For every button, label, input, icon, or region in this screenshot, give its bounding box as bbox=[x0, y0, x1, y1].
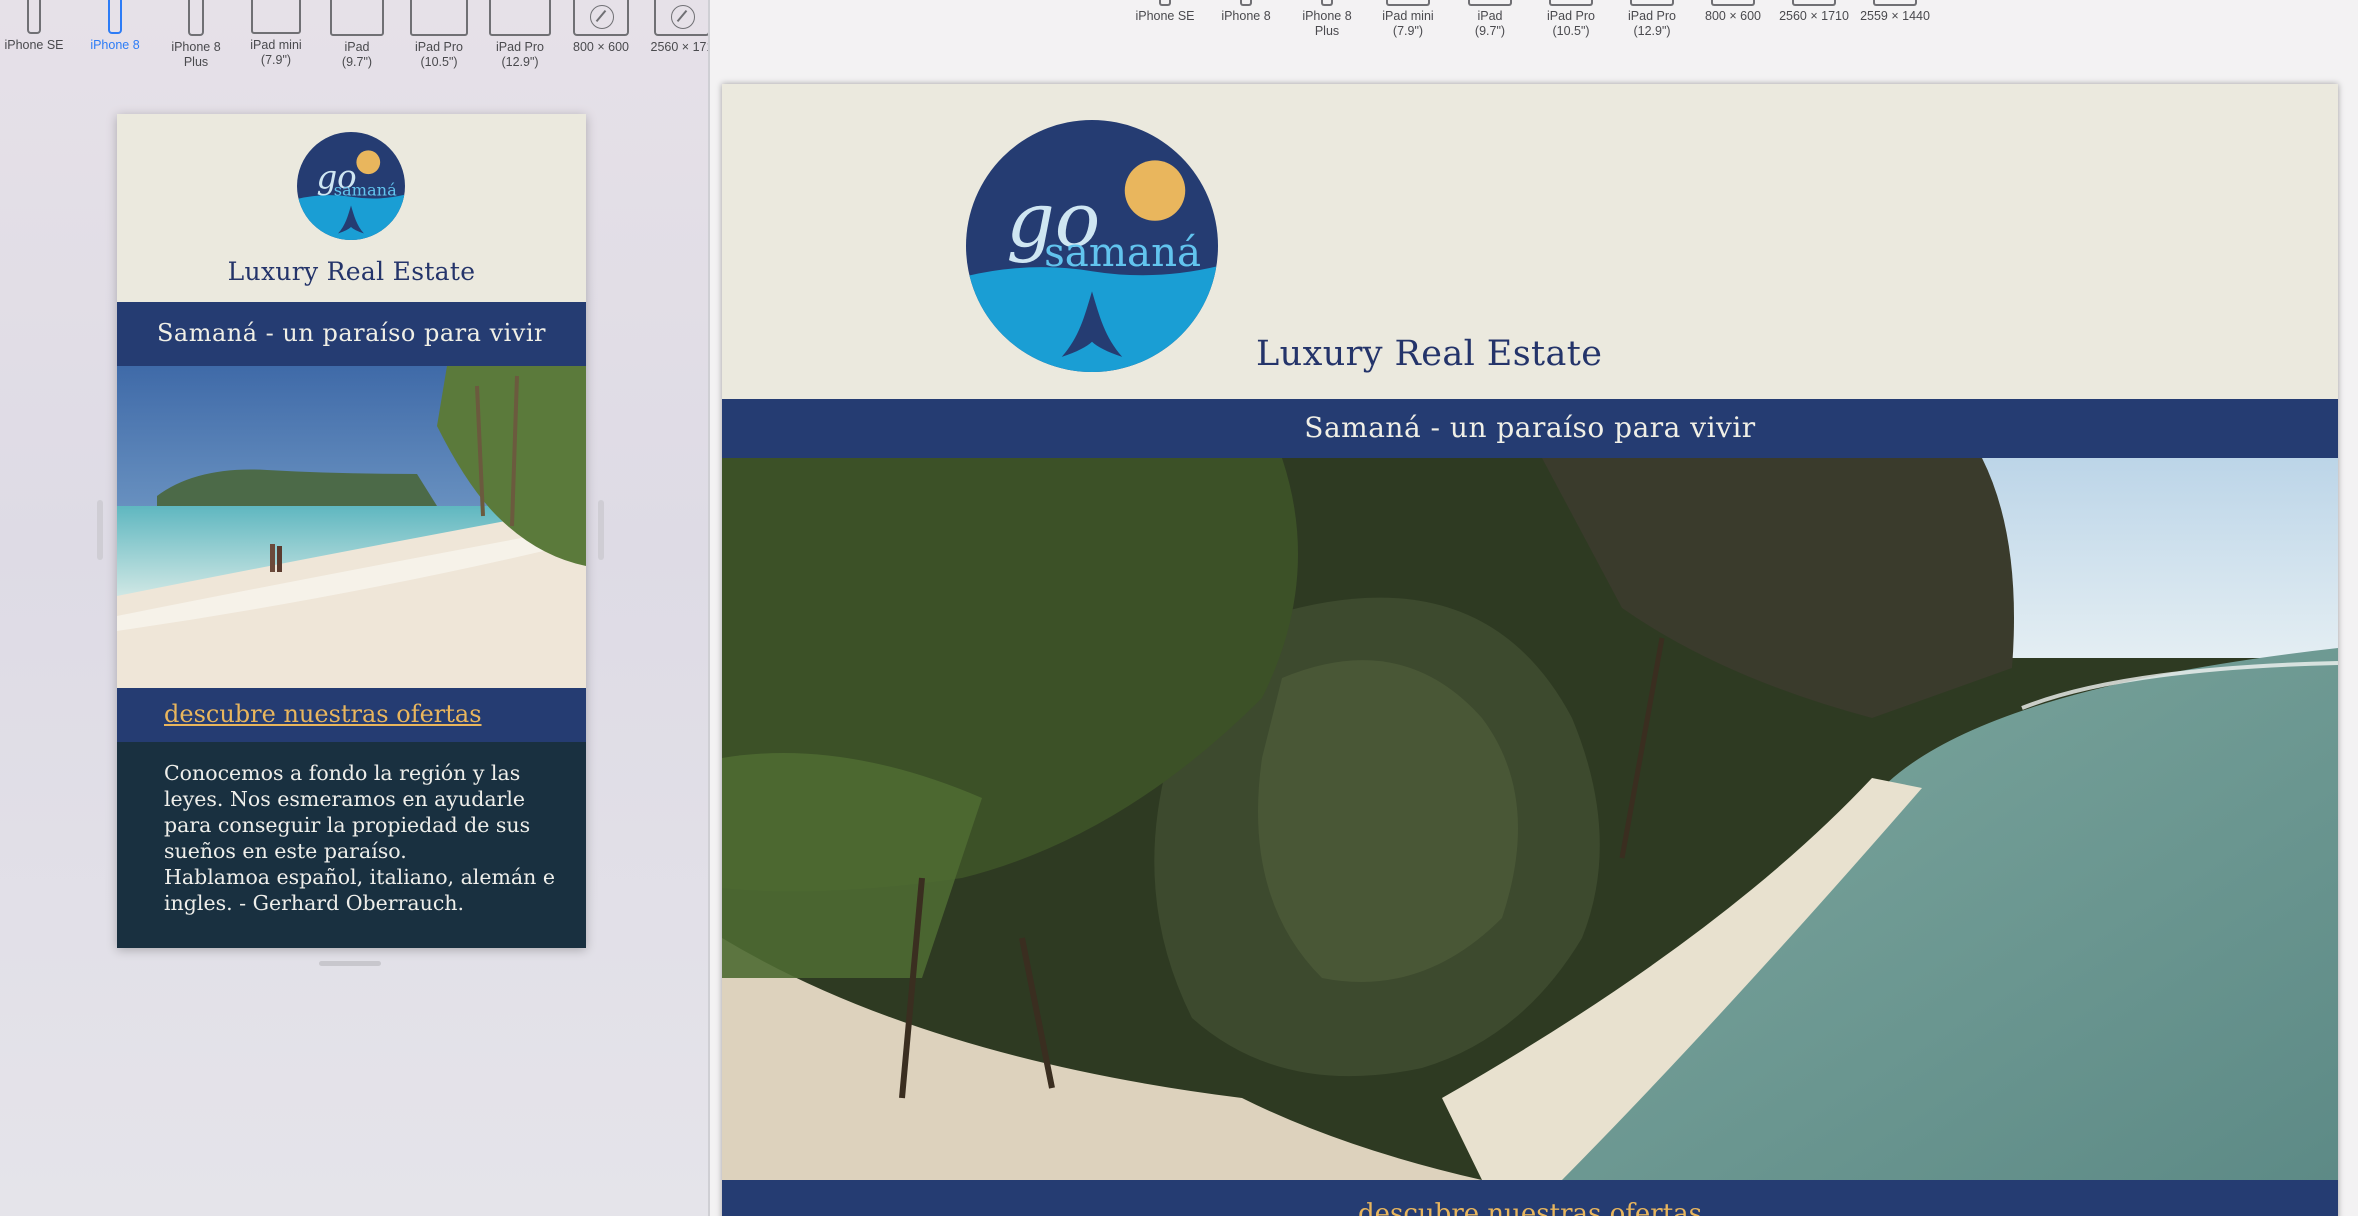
tablet-icon bbox=[251, 0, 301, 34]
site-banner: Samaná - un paraíso para vivir bbox=[722, 399, 2338, 458]
device-label: 2559 × 1440 bbox=[1860, 9, 1930, 23]
about-line: sueños en este paraíso. bbox=[164, 839, 407, 863]
desktop-preview-pane: iPhone SE iPhone 8 iPhone 8 Plus iPad mini … bbox=[710, 0, 2358, 1216]
offers-link[interactable]: descubre nuestras ofertas bbox=[1358, 1199, 1702, 1216]
about-text: Conocemos a fondo la región y las leyes.… bbox=[117, 742, 586, 948]
about-line: Conocemos a fondo la región y las bbox=[164, 761, 521, 785]
device-selector-bar-right: iPhone SE iPhone 8 iPhone 8 Plus iPad mini … bbox=[710, 0, 2358, 60]
device-label: iPad mini (7.9") bbox=[250, 38, 302, 67]
device-icon bbox=[1240, 0, 1252, 6]
device-option[interactable]: iPhone 8 Plus bbox=[1287, 0, 1367, 39]
device-option[interactable]: 2560 × 171 bbox=[642, 0, 710, 55]
device-label: iPhone 8 Plus bbox=[171, 40, 221, 69]
device-selector-bar: iPhone SE iPhone 8 iPhone 8 Plus iPad mini … bbox=[0, 0, 710, 80]
device-option[interactable]: iPhone 8 bbox=[1206, 0, 1286, 24]
phone-icon bbox=[108, 0, 122, 34]
device-option[interactable]: 800 × 600 bbox=[1693, 0, 1773, 24]
site-header: go samaná Luxury Real Estate bbox=[722, 84, 2338, 399]
offers-cta: descubre nuestras ofertas bbox=[722, 1180, 2338, 1216]
device-label: iPhone SE bbox=[4, 38, 64, 52]
tablet-icon bbox=[489, 0, 551, 36]
compass-icon bbox=[654, 0, 710, 36]
device-option[interactable]: iPad Pro (12.9") bbox=[480, 0, 560, 70]
offers-link[interactable]: descubre nuestras ofertas bbox=[164, 700, 482, 728]
logo-samana-text: samaná bbox=[334, 181, 397, 200]
go-samana-logo[interactable]: go samaná bbox=[297, 132, 405, 240]
device-icon bbox=[1711, 0, 1755, 6]
desktop-site-frame: go samaná Luxury Real Estate Samaná - un… bbox=[722, 84, 2338, 1216]
device-option[interactable]: iPad (9.7") bbox=[317, 0, 397, 70]
device-icon bbox=[1549, 0, 1593, 6]
device-label: iPad (9.7") bbox=[1474, 9, 1506, 38]
about-line: Hablamoa español, italiano, alemán e bbox=[164, 865, 556, 889]
device-option[interactable]: iPhone 8 bbox=[75, 0, 155, 53]
site-header: go samaná Luxury Real Estate bbox=[117, 114, 586, 302]
device-label: iPhone 8 bbox=[90, 38, 140, 52]
device-option[interactable]: 2560 × 1710 bbox=[1774, 0, 1854, 24]
device-option[interactable]: iPhone 8 Plus bbox=[156, 0, 236, 70]
device-label: iPad mini (7.9") bbox=[1382, 9, 1434, 38]
mobile-site-frame: go samaná Luxury Real Estate Samaná - un… bbox=[117, 114, 586, 948]
about-line: para conseguir la propiedad de sus bbox=[164, 813, 531, 837]
device-option[interactable]: iPad (9.7") bbox=[1450, 0, 1530, 39]
about-line: ingles. - Gerhard Oberrauch. bbox=[164, 891, 465, 915]
site-tagline: Luxury Real Estate bbox=[227, 257, 476, 286]
logo-samana-text: samaná bbox=[1044, 229, 1201, 276]
about-line: leyes. Nos esmeramos en ayudarle bbox=[164, 787, 526, 811]
device-option[interactable]: iPad mini (7.9") bbox=[1368, 0, 1448, 39]
device-label: iPhone 8 bbox=[1221, 9, 1271, 23]
device-option[interactable]: iPad Pro (12.9") bbox=[1612, 0, 1692, 39]
device-label: 800 × 600 bbox=[1705, 9, 1761, 23]
site-tagline: Luxury Real Estate bbox=[1256, 334, 1603, 374]
device-option[interactable]: 800 × 600 bbox=[561, 0, 641, 55]
left-resize-handle[interactable] bbox=[97, 500, 103, 560]
device-option[interactable]: iPad mini (7.9") bbox=[236, 0, 316, 68]
tablet-icon bbox=[410, 0, 468, 36]
compass-icon bbox=[573, 0, 629, 36]
device-option[interactable]: 2559 × 1440 bbox=[1855, 0, 1935, 24]
coastline-photo bbox=[722, 458, 2338, 1180]
mobile-preview-pane: iPhone SE iPhone 8 iPhone 8 Plus iPad mini … bbox=[0, 0, 710, 1216]
beach-photo bbox=[117, 366, 586, 688]
device-option[interactable]: iPad Pro (10.5") bbox=[1531, 0, 1611, 39]
device-label: iPad Pro (10.5") bbox=[1547, 9, 1595, 38]
device-icon bbox=[1630, 0, 1674, 6]
tablet-icon bbox=[330, 0, 384, 36]
device-label: iPhone SE bbox=[1135, 9, 1195, 23]
go-samana-logo[interactable]: go samaná bbox=[966, 120, 1218, 372]
preview-resize-grip[interactable] bbox=[319, 961, 381, 966]
device-icon bbox=[1873, 0, 1917, 6]
phone-icon bbox=[27, 0, 41, 34]
device-icon bbox=[1159, 0, 1171, 6]
device-label: 2560 × 1710 bbox=[1779, 9, 1849, 23]
device-label: iPad Pro (12.9") bbox=[1628, 9, 1676, 38]
offers-cta: descubre nuestras ofertas bbox=[117, 688, 586, 742]
device-label: iPad Pro (12.9") bbox=[496, 40, 544, 69]
device-icon bbox=[1321, 0, 1333, 6]
device-label: iPad (9.7") bbox=[341, 40, 373, 69]
device-label: 800 × 600 bbox=[573, 40, 629, 54]
device-option[interactable]: iPad Pro (10.5") bbox=[399, 0, 479, 70]
device-option[interactable]: iPhone SE bbox=[1125, 0, 1205, 24]
device-icon bbox=[1386, 0, 1430, 6]
device-option[interactable]: iPhone SE bbox=[0, 0, 74, 53]
phone-icon bbox=[188, 0, 204, 36]
device-label: iPad Pro (10.5") bbox=[415, 40, 463, 69]
device-label: iPhone 8 Plus bbox=[1302, 9, 1352, 38]
device-icon bbox=[1792, 0, 1836, 6]
site-banner: Samaná - un paraíso para vivir bbox=[117, 302, 586, 366]
right-resize-handle[interactable] bbox=[598, 500, 604, 560]
device-icon bbox=[1468, 0, 1512, 6]
device-label: 2560 × 171 bbox=[650, 40, 710, 54]
